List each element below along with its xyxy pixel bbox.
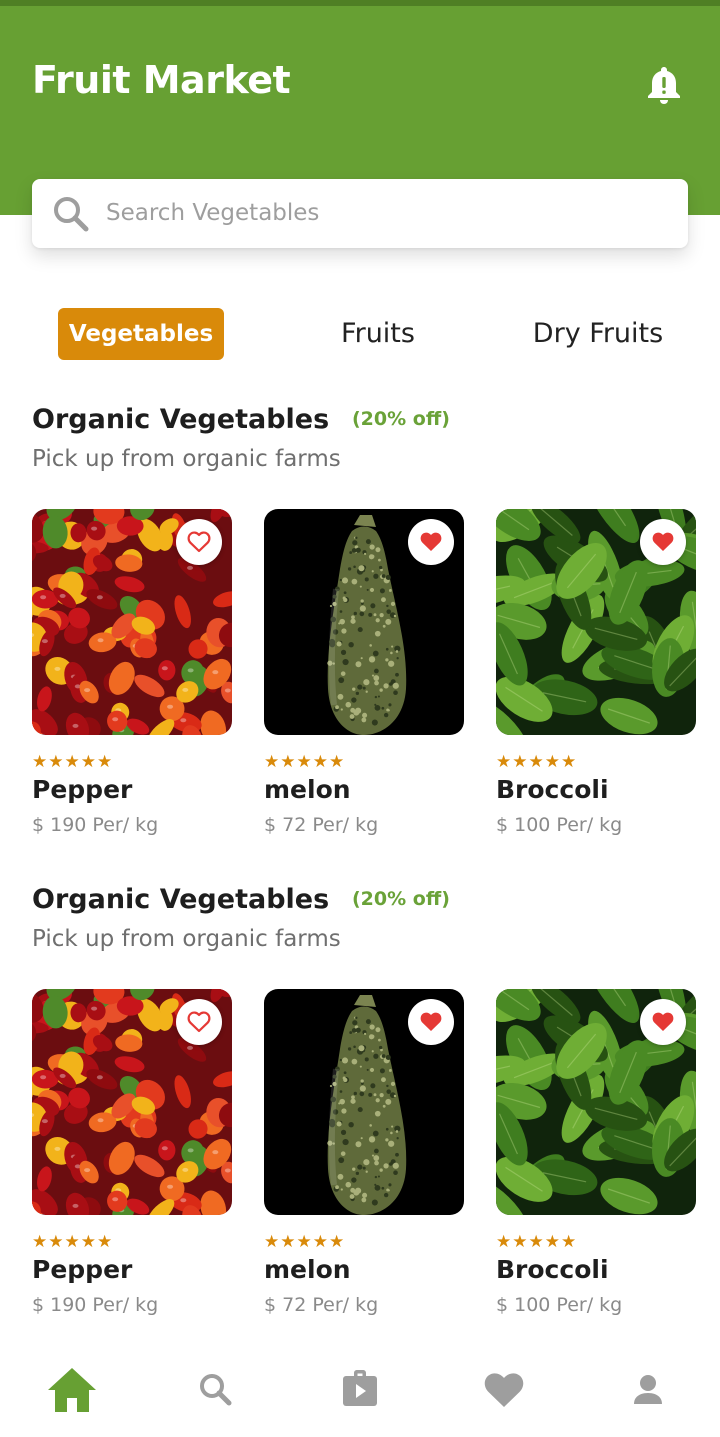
section-subtitle: Pick up from organic farms xyxy=(32,446,341,472)
product-card-melon[interactable]: ★★★★★ melon $ 72 Per/ kg xyxy=(264,509,464,836)
product-name: melon xyxy=(264,775,351,804)
product-image-melon xyxy=(264,509,464,735)
app-title: Fruit Market xyxy=(32,58,291,102)
product-card-broccoli[interactable]: ★★★★★ Broccoli $ 100 Per/ kg xyxy=(496,989,696,1316)
nav-profile[interactable] xyxy=(620,1362,676,1418)
favorite-button[interactable] xyxy=(408,999,454,1045)
favorite-button[interactable] xyxy=(640,999,686,1045)
product-image-melon xyxy=(264,989,464,1215)
search-bar[interactable] xyxy=(32,179,688,248)
product-name: Broccoli xyxy=(496,1255,609,1284)
product-price: $ 100 Per/ kg xyxy=(496,1294,623,1316)
nav-favorites[interactable] xyxy=(476,1362,532,1418)
heart-filled-icon xyxy=(420,532,442,551)
notification-bell-icon[interactable] xyxy=(644,63,684,107)
tab-fruits[interactable]: Fruits xyxy=(318,308,438,360)
favorite-button[interactable] xyxy=(640,519,686,565)
product-card-melon[interactable]: ★★★★★ melon $ 72 Per/ kg xyxy=(264,989,464,1316)
rating-stars: ★★★★★ xyxy=(264,1232,346,1252)
favorite-button[interactable] xyxy=(176,999,222,1045)
discount-badge: (20% off) xyxy=(352,888,450,910)
product-price: $ 72 Per/ kg xyxy=(264,814,379,836)
rating-stars: ★★★★★ xyxy=(264,752,346,772)
home-icon xyxy=(48,1368,96,1412)
product-price: $ 190 Per/ kg xyxy=(32,1294,159,1316)
product-image-pepper xyxy=(32,509,232,735)
rating-stars: ★★★★★ xyxy=(496,752,578,772)
product-card-pepper[interactable]: ★★★★★ Pepper $ 190 Per/ kg xyxy=(32,509,232,836)
rating-stars: ★★★★★ xyxy=(32,752,114,772)
product-name: Broccoli xyxy=(496,775,609,804)
heart-icon xyxy=(484,1373,524,1407)
product-card-broccoli[interactable]: ★★★★★ Broccoli $ 100 Per/ kg xyxy=(496,509,696,836)
section-title: Organic Vegetables xyxy=(32,884,330,915)
product-name: Pepper xyxy=(32,775,133,804)
product-name: Pepper xyxy=(32,1255,133,1284)
heart-outline-icon xyxy=(187,1011,211,1033)
nav-search[interactable] xyxy=(188,1362,244,1418)
search-input[interactable] xyxy=(106,191,666,235)
product-section: Organic Vegetables (20% off) Pick up fro… xyxy=(0,404,720,844)
section-title: Organic Vegetables xyxy=(32,404,330,435)
search-icon xyxy=(54,197,89,232)
favorite-button[interactable] xyxy=(176,519,222,565)
rating-stars: ★★★★★ xyxy=(496,1232,578,1252)
rating-stars: ★★★★★ xyxy=(32,1232,114,1252)
discount-badge: (20% off) xyxy=(352,408,450,430)
heart-outline-icon xyxy=(187,531,211,553)
category-tabs: Vegetables Fruits Dry Fruits xyxy=(0,308,720,360)
section-subtitle: Pick up from organic farms xyxy=(32,926,341,952)
product-name: melon xyxy=(264,1255,351,1284)
tab-vegetables[interactable]: Vegetables xyxy=(58,308,224,360)
product-image-broccoli xyxy=(496,509,696,735)
favorite-button[interactable] xyxy=(408,519,454,565)
product-image-broccoli xyxy=(496,989,696,1215)
product-section: Organic Vegetables (20% off) Pick up fro… xyxy=(0,884,720,1324)
search-icon xyxy=(200,1374,232,1406)
product-price: $ 100 Per/ kg xyxy=(496,814,623,836)
shopping-bag-icon xyxy=(343,1370,377,1406)
heart-filled-icon xyxy=(420,1012,442,1031)
nav-home[interactable] xyxy=(44,1362,100,1418)
bottom-navigation xyxy=(0,1340,720,1437)
nav-orders[interactable] xyxy=(332,1362,388,1418)
heart-filled-icon xyxy=(652,1012,674,1031)
tab-dry-fruits[interactable]: Dry Fruits xyxy=(524,308,672,360)
person-icon xyxy=(634,1375,662,1404)
product-price: $ 190 Per/ kg xyxy=(32,814,159,836)
product-image-pepper xyxy=(32,989,232,1215)
product-price: $ 72 Per/ kg xyxy=(264,1294,379,1316)
heart-filled-icon xyxy=(652,532,674,551)
product-card-pepper[interactable]: ★★★★★ Pepper $ 190 Per/ kg xyxy=(32,989,232,1316)
